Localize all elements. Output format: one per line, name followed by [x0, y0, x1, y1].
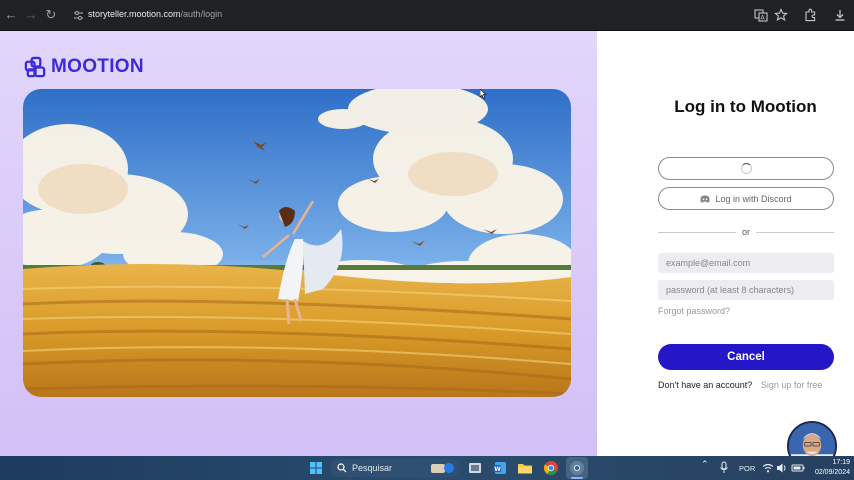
oauth-loading-button[interactable] [658, 157, 834, 180]
site-settings-icon[interactable] [72, 9, 85, 22]
url-path: /auth/login [180, 9, 223, 19]
search-highlight-icon [431, 463, 454, 473]
translate-icon[interactable]: A [754, 8, 768, 22]
clock-date: 02/09/2024 [814, 469, 850, 476]
back-icon[interactable]: ← [4, 8, 18, 22]
microphone-icon[interactable] [718, 461, 730, 475]
no-account-text: Don't have an account? [658, 380, 753, 390]
word-icon[interactable]: W [492, 460, 508, 476]
taskbar-search-label: Pesquisar [352, 463, 393, 473]
forward-icon[interactable]: → [24, 8, 38, 22]
chrome-profile-icon[interactable] [569, 460, 585, 476]
volume-icon[interactable] [776, 462, 788, 474]
windows-start-icon[interactable] [308, 460, 324, 476]
svg-text:W: W [494, 466, 501, 473]
cancel-button[interactable]: Cancel [658, 344, 834, 370]
language-indicator[interactable]: POR [739, 464, 755, 473]
active-app-indicator [571, 477, 583, 479]
battery-icon[interactable] [791, 462, 805, 474]
tray-overflow-icon[interactable]: ⌃ [701, 459, 709, 470]
signup-row: Don't have an account? Sign up for free [658, 380, 822, 390]
brand-name: MOOTION [51, 56, 144, 77]
file-explorer-icon[interactable] [517, 460, 533, 476]
mootion-logo-icon [24, 56, 46, 77]
system-clock[interactable]: 17:19 02/09/2024 [810, 458, 850, 478]
discord-login-label: Log in with Discord [715, 193, 792, 204]
divider-line-right [756, 232, 834, 233]
taskbar-search[interactable]: Pesquisar [330, 459, 460, 477]
task-view-icon[interactable] [467, 460, 483, 476]
extensions-icon[interactable] [803, 8, 817, 22]
wifi-icon[interactable] [762, 462, 774, 474]
reload-icon[interactable]: ↻ [44, 8, 58, 22]
forgot-password-link[interactable]: Forgot password? [658, 306, 730, 316]
or-divider: or [658, 226, 834, 238]
page-title: Log in to Mootion [674, 97, 817, 116]
loading-spinner-icon [741, 163, 752, 174]
signup-link[interactable]: Sign up for free [761, 380, 823, 390]
windows-taskbar: Pesquisar W ⌃ POR 17:19 02/09/2024 [0, 456, 854, 480]
bookmark-star-icon[interactable] [774, 8, 788, 22]
search-icon [337, 463, 347, 473]
hero-panel: MOOTION [0, 31, 597, 456]
password-field[interactable] [658, 280, 834, 300]
address-bar[interactable]: storyteller.mootion.com/auth/login [66, 5, 796, 27]
mouse-cursor-icon [480, 89, 487, 99]
discord-login-button[interactable]: Log in with Discord [658, 187, 834, 210]
brand-logo[interactable]: MOOTION [24, 55, 144, 79]
url-text: storyteller.mootion.com/auth/login [88, 9, 222, 19]
download-icon[interactable] [833, 8, 847, 22]
login-panel: Log in to Mootion Log in with Discord or… [597, 31, 854, 456]
email-field[interactable] [658, 253, 834, 273]
browser-toolbar: ← → ↻ storyteller.mootion.com/auth/login… [0, 0, 854, 31]
url-host: storyteller.mootion.com [88, 9, 181, 19]
discord-icon [700, 195, 711, 203]
chrome-icon[interactable] [543, 460, 559, 476]
hero-illustration [23, 89, 571, 397]
clock-time: 17:19 [832, 459, 850, 466]
